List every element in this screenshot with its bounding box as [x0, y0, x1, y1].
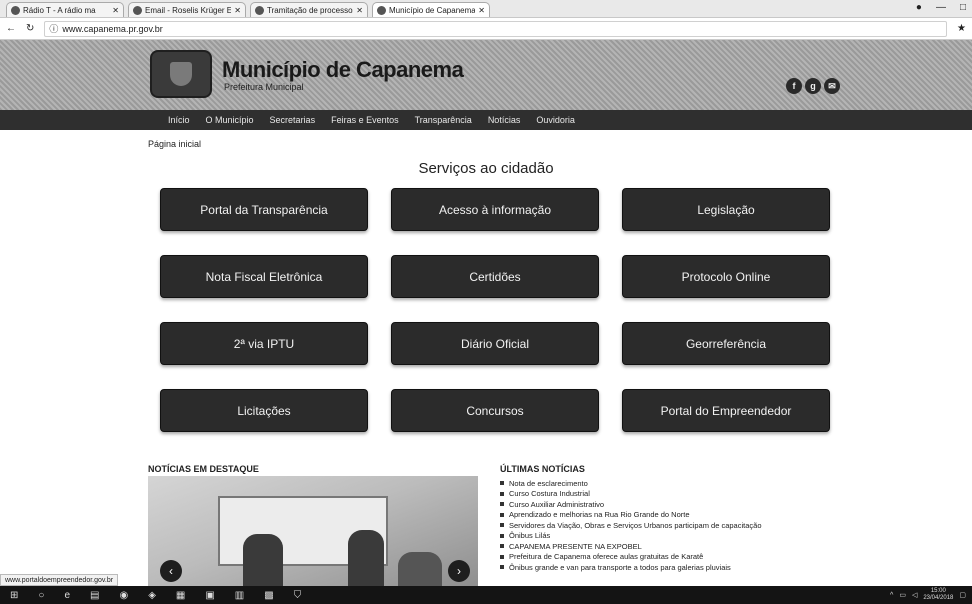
email-icon[interactable]: ✉ [824, 78, 840, 94]
maximize-icon[interactable]: □ [960, 2, 966, 13]
facebook-icon[interactable]: f [786, 78, 802, 94]
close-tab-icon[interactable]: ✕ [112, 6, 119, 15]
tab-title: Rádio T - A rádio ma [23, 5, 96, 15]
google-plus-icon[interactable]: g [805, 78, 821, 94]
nav-item-inicio[interactable]: Início [160, 115, 198, 125]
bookmark-star-icon[interactable]: ★ [957, 23, 966, 34]
chrome-icon[interactable]: ◉ [119, 590, 128, 601]
service-button-nota-fiscal[interactable]: Nota Fiscal Eletrônica [160, 255, 368, 298]
nav-item-noticias[interactable]: Notícias [480, 115, 529, 125]
person-figure [348, 530, 384, 588]
edge-icon[interactable]: e [64, 590, 70, 601]
store-icon[interactable]: ⛉ [294, 590, 302, 601]
browser-tab[interactable]: Email - Roselis Krüger Ek ✕ [128, 2, 246, 17]
news-item[interactable]: Servidores da Viação, Obras e Serviços U… [500, 520, 762, 531]
nav-item-feiras[interactable]: Feiras e Eventos [323, 115, 407, 125]
app-icon[interactable]: ▦ [176, 590, 185, 601]
service-button-protocolo[interactable]: Protocolo Online [622, 255, 830, 298]
latest-news-list: Nota de esclarecimento Curso Costura Ind… [500, 478, 762, 573]
info-icon[interactable]: ⓘ [49, 22, 58, 35]
news-item[interactable]: Prefeitura de Capanema oferece aulas gra… [500, 552, 762, 563]
network-icon[interactable]: ▭ [899, 591, 906, 599]
notification-icon[interactable]: ▢ [959, 591, 966, 599]
news-item[interactable]: Nota de esclarecimento [500, 478, 762, 489]
url-input[interactable]: ⓘ www.capanema.pr.gov.br [44, 20, 948, 37]
nav-item-transparencia[interactable]: Transparência [407, 115, 480, 125]
back-icon[interactable]: ← [6, 23, 16, 34]
tab-title: Tramitação de processos [267, 5, 354, 15]
nav-item-secretarias[interactable]: Secretarias [262, 115, 324, 125]
account-icon[interactable]: ● [916, 2, 922, 13]
person-figure [398, 552, 442, 588]
news-item[interactable]: Curso Costura Industrial [500, 489, 762, 500]
page-favicon-icon [255, 5, 264, 15]
browser-tab-bar: Rádio T - A rádio ma ✕ Email - Roselis K… [0, 0, 972, 18]
news-item[interactable]: Curso Auxiliar Administrativo [500, 499, 762, 510]
service-button-concursos[interactable]: Concursos [391, 389, 599, 432]
url-text: www.capanema.pr.gov.br [62, 23, 163, 34]
site-subtitle: Prefeitura Municipal [224, 82, 304, 92]
close-tab-icon[interactable]: ✕ [356, 6, 363, 15]
breadcrumb[interactable]: Página inicial [148, 139, 201, 149]
service-button-acesso-informacao[interactable]: Acesso à informação [391, 188, 599, 231]
browser-tab-active[interactable]: Município de Capanema ✕ [372, 2, 490, 17]
minimize-icon[interactable]: — [936, 2, 946, 13]
window-controls: ● — □ [916, 2, 966, 13]
person-figure [243, 534, 283, 588]
clock-time: 15:00 [930, 588, 946, 594]
service-button-legislacao[interactable]: Legislação [622, 188, 830, 231]
browser-tab[interactable]: Rádio T - A rádio ma ✕ [6, 2, 124, 17]
latest-news-heading: ÚLTIMAS NOTÍCIAS [500, 464, 585, 474]
status-bar-url: www.portaldoempreendedor.gov.br [0, 574, 119, 586]
file-explorer-icon[interactable]: ▤ [90, 590, 99, 601]
carousel-prev-icon[interactable]: ‹ [160, 560, 182, 582]
service-button-licitacoes[interactable]: Licitações [160, 389, 368, 432]
app-icon[interactable]: ▩ [264, 590, 273, 601]
featured-news-image[interactable]: ‹ › [148, 476, 478, 588]
close-tab-icon[interactable]: ✕ [234, 6, 241, 15]
windows-start-icon[interactable]: ⊞ [10, 590, 18, 601]
close-tab-icon[interactable]: ✕ [478, 6, 485, 15]
clock-date: 23/04/2018 [923, 595, 954, 601]
main-nav: Início O Município Secretarias Feiras e … [0, 110, 972, 130]
taskbar: ⊞ ○ e ▤ ◉ ◈ ▦ ▣ ▥ ▩ ⛉ ^ ▭ ◁ 15:00 23/04/… [0, 586, 972, 604]
site-favicon-icon [377, 5, 386, 15]
browser-tab[interactable]: Tramitação de processos ✕ [250, 2, 368, 17]
news-item[interactable]: Ônibus Lilás [500, 531, 762, 542]
mail-favicon-icon [133, 5, 142, 15]
reload-icon[interactable]: ↻ [26, 23, 34, 34]
volume-icon[interactable]: ◁ [912, 591, 917, 599]
news-item[interactable]: Aprendizado e melhorias na Rua Rio Grand… [500, 510, 762, 521]
radio-favicon-icon [11, 5, 20, 15]
services-grid: Portal da Transparência Acesso à informa… [160, 188, 830, 432]
site-title[interactable]: Município de Capanema [222, 57, 464, 83]
news-item[interactable]: CAPANEMA PRESENTE NA EXPOBEL [500, 541, 762, 552]
site-header: Município de Capanema Prefeitura Municip… [0, 40, 972, 110]
coat-of-arms-logo[interactable] [150, 50, 212, 98]
app-icon[interactable]: ◈ [148, 590, 156, 601]
app-icon[interactable]: ▣ [205, 590, 214, 601]
tab-title: Email - Roselis Krüger Ek [145, 5, 232, 15]
tab-title: Município de Capanema [389, 5, 476, 15]
tray-arrow-icon[interactable]: ^ [890, 592, 893, 599]
app-icon[interactable]: ▥ [235, 590, 244, 601]
search-icon[interactable]: ○ [38, 590, 44, 601]
nav-item-municipio[interactable]: O Município [198, 115, 262, 125]
service-button-transparencia[interactable]: Portal da Transparência [160, 188, 368, 231]
system-tray: ^ ▭ ◁ 15:00 23/04/2018 ▢ [890, 588, 972, 602]
social-links: f g ✉ [786, 78, 840, 94]
service-button-iptu[interactable]: 2ª via IPTU [160, 322, 368, 365]
clock[interactable]: 15:00 23/04/2018 [923, 588, 953, 602]
services-title: Serviços ao cidadão [418, 160, 554, 177]
news-item[interactable]: Ônibus grande e van para transporte a to… [500, 562, 762, 573]
service-button-georreferencia[interactable]: Georreferência [622, 322, 830, 365]
service-button-empreendedor[interactable]: Portal do Empreendedor [622, 389, 830, 432]
featured-news-heading: NOTÍCIAS EM DESTAQUE [148, 464, 259, 474]
service-button-certidoes[interactable]: Certidões [391, 255, 599, 298]
service-button-diario-oficial[interactable]: Diário Oficial [391, 322, 599, 365]
address-bar: ← ↻ ⓘ www.capanema.pr.gov.br ★ [0, 18, 972, 40]
nav-item-ouvidoria[interactable]: Ouvidoria [528, 115, 583, 125]
carousel-next-icon[interactable]: › [448, 560, 470, 582]
